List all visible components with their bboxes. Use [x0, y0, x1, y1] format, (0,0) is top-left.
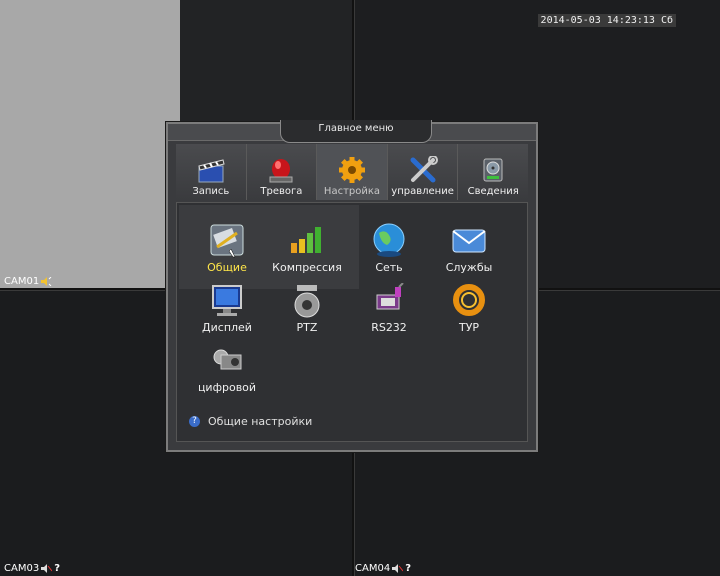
- clapperboard-icon: [198, 159, 225, 183]
- item-label: Службы: [445, 261, 493, 274]
- settings-panel: Общие Компрессия Сеть Службы Дисплей PTZ…: [176, 202, 528, 442]
- no-signal-icon: ?: [54, 563, 60, 574]
- datetime-display: 2014-05-03 14:23:13 Сб: [537, 14, 676, 27]
- bar-chart-icon: [291, 227, 321, 253]
- menu-tabs: Запись Тревога Настройка управление Свед…: [176, 144, 528, 200]
- camera-name: CAM04: [355, 563, 391, 574]
- speaker-mute-icon: [41, 564, 53, 573]
- item-general[interactable]: Общие: [187, 221, 267, 274]
- hint-text: Общие настройки: [208, 415, 313, 428]
- tools-icon: [410, 156, 438, 183]
- tab-label: Тревога: [260, 186, 303, 197]
- tab-settings[interactable]: Настройка: [317, 144, 388, 200]
- item-label: Общие: [207, 261, 247, 274]
- camera-feed-image: [0, 0, 180, 288]
- camera-name: CAM03: [4, 563, 40, 574]
- item-label: цифровой: [197, 381, 257, 394]
- item-tour[interactable]: ТУР: [429, 283, 509, 334]
- tab-record[interactable]: Запись: [176, 144, 247, 200]
- tab-alarm[interactable]: Тревога: [246, 144, 318, 200]
- menu-title: Главное меню: [280, 120, 432, 143]
- tour-loop-icon: [453, 284, 485, 316]
- camera-label-cam01: CAM01: [4, 276, 52, 287]
- ptz-camera-icon: [294, 285, 320, 318]
- no-signal-icon: ?: [405, 563, 411, 574]
- camera-name: CAM01: [4, 276, 40, 287]
- item-label: ТУР: [458, 321, 480, 334]
- tab-label: управление: [391, 186, 454, 197]
- item-label: PTZ: [296, 321, 318, 334]
- envelope-icon: [452, 229, 486, 253]
- serial-port-icon: [376, 283, 404, 310]
- help-hint: ? Общие настройки: [189, 415, 312, 428]
- tab-management[interactable]: управление: [387, 144, 459, 200]
- item-rs232[interactable]: RS232: [349, 283, 429, 334]
- item-label: RS232: [371, 321, 407, 334]
- item-services[interactable]: Службы: [429, 221, 509, 274]
- tab-label: Запись: [192, 186, 230, 197]
- hdd-info-icon: [483, 158, 503, 182]
- general-settings-icon: [210, 224, 244, 258]
- item-compression[interactable]: Компрессия: [267, 221, 347, 274]
- info-icon: ?: [189, 416, 200, 427]
- gear-icon: [338, 157, 365, 183]
- item-label: Дисплей: [202, 321, 252, 334]
- speaker-mute-icon: [392, 564, 404, 573]
- tab-info[interactable]: Сведения: [458, 144, 528, 200]
- item-ptz[interactable]: PTZ: [267, 283, 347, 334]
- digital-camera-icon: [213, 349, 242, 370]
- item-display[interactable]: Дисплей: [187, 283, 267, 334]
- item-digital[interactable]: цифровой: [187, 345, 267, 394]
- monitor-icon: [212, 285, 242, 316]
- alarm-siren-icon: [269, 159, 293, 183]
- item-network[interactable]: Сеть: [349, 221, 429, 274]
- tab-label: Сведения: [467, 186, 519, 197]
- camera-label-cam03: CAM03 ?: [4, 563, 60, 574]
- globe-icon: [373, 223, 405, 257]
- tab-label: Настройка: [323, 186, 381, 197]
- item-label: Сеть: [375, 261, 403, 274]
- camera-label-cam04: CAM04 ?: [355, 563, 411, 574]
- speaker-icon: [41, 277, 52, 286]
- main-menu-dialog: Главное меню Запись Тревога Настройка уп…: [166, 120, 538, 452]
- item-label: Компрессия: [272, 261, 342, 274]
